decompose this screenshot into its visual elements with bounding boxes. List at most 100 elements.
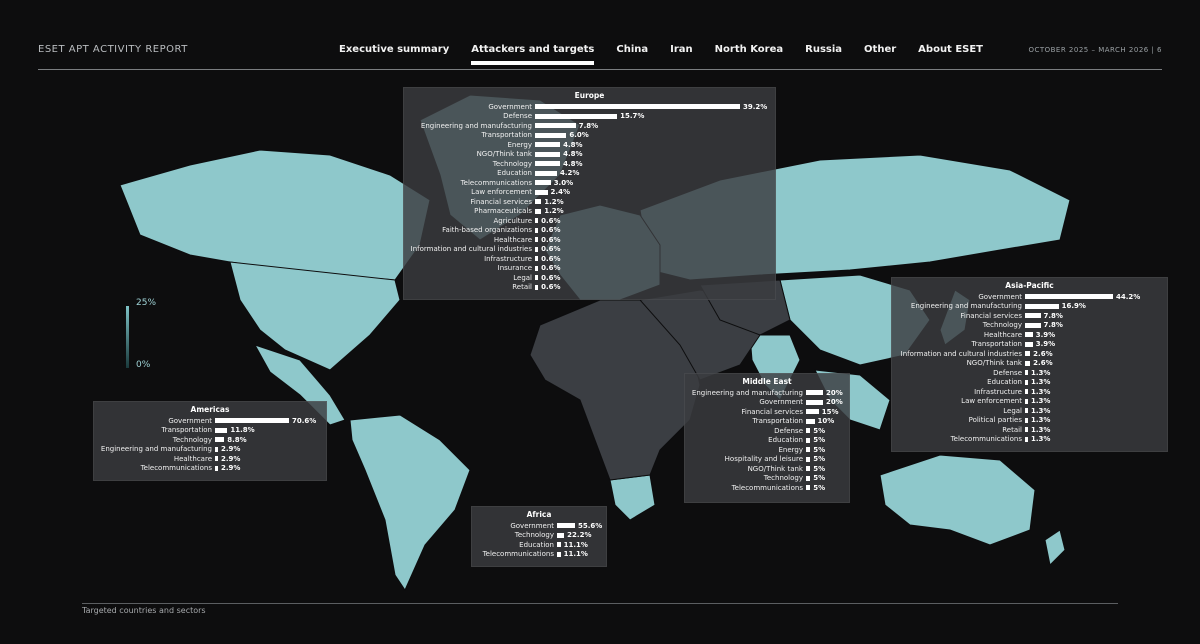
asia-pacific-row: Telecommunications 1.3%	[892, 435, 1167, 445]
asia-pacific-category-label: Transportation	[971, 340, 1022, 349]
asia-pacific-bar	[1025, 313, 1041, 319]
legend-min: 0%	[136, 360, 151, 370]
americas-category-label: Technology	[172, 435, 212, 444]
americas-category-label: Healthcare	[173, 454, 212, 463]
americas-row: Telecommunications 2.9%	[94, 464, 326, 474]
middle-east-category-label: Transportation	[752, 417, 803, 426]
europe-row: Faith-based organizations 0.6%	[404, 226, 775, 236]
middle-east-value-label: 5%	[813, 436, 826, 445]
europe-category-label: Government	[488, 102, 532, 111]
europe-value-label: 4.2%	[559, 169, 580, 178]
americas-bar	[215, 427, 228, 433]
top-nav: Executive summary Attackers and targets …	[339, 44, 1005, 65]
map-south-america	[349, 414, 471, 592]
europe-category-label: Faith-based organizations	[442, 226, 532, 235]
middle-east-category-label: Hospitality and leisure	[724, 455, 803, 464]
europe-row: Pharmaceuticals 1.2%	[404, 207, 775, 217]
europe-bar	[535, 132, 567, 138]
middle-east-row: Defense 5%	[685, 426, 849, 436]
nav-russia[interactable]: Russia	[805, 44, 842, 65]
europe-value-label: 4.8%	[563, 150, 583, 159]
asia-pacific-value-label: 2.6%	[1033, 349, 1053, 358]
nav-attackers-and-targets[interactable]: Attackers and targets	[471, 44, 595, 65]
europe-category-label: Telecommunications	[460, 178, 532, 187]
asia-pacific-row: Defense 1.3%	[892, 368, 1167, 378]
middle-east-bar	[806, 409, 819, 415]
asia-pacific-category-label: Engineering and manufacturing	[910, 302, 1022, 311]
asia-pacific-category-label: NGO/Think tank	[966, 359, 1022, 368]
middle-east-category-label: Engineering and manufacturing	[691, 388, 803, 397]
europe-category-label: Infrastructure	[484, 254, 532, 263]
americas-value-label: 11.8%	[230, 426, 255, 435]
asia-pacific-category-label: Government	[978, 292, 1022, 301]
europe-bar	[535, 151, 561, 157]
asia-pacific-category-label: Defense	[993, 368, 1022, 377]
europe-bar	[535, 113, 618, 119]
nav-iran[interactable]: Iran	[670, 44, 693, 65]
middle-east-category-label: NGO/Think tank	[747, 464, 803, 473]
europe-bar	[535, 189, 548, 195]
europe-category-label: Information and cultural industries	[410, 245, 532, 254]
middle-east-value-label: 10%	[817, 417, 835, 426]
middle-east-bar	[806, 390, 823, 396]
header-divider	[38, 69, 1162, 70]
middle-east-row: Transportation 10%	[685, 417, 849, 427]
europe-category-label: Engineering and manufacturing	[420, 121, 532, 130]
middle-east-row: Telecommunications 5%	[685, 483, 849, 493]
europe-value-label: 4.8%	[563, 140, 583, 149]
nav-north-korea[interactable]: North Korea	[715, 44, 783, 65]
europe-row: Legal 0.6%	[404, 273, 775, 283]
nav-china[interactable]: China	[616, 44, 648, 65]
europe-category-label: Healthcare	[493, 235, 532, 244]
asia-pacific-category-label: Healthcare	[983, 330, 1022, 339]
europe-title: Europe	[574, 91, 605, 100]
europe-row: Financial services 1.2%	[404, 197, 775, 207]
asia-pacific-category-label: Law enforcement	[961, 397, 1022, 406]
middle-east-title: Middle East	[742, 377, 792, 386]
middle-east-value-label: 20%	[826, 388, 843, 397]
asia-pacific-value-label: 1.3%	[1031, 387, 1051, 396]
middle-east-value-label: 15%	[821, 407, 839, 416]
asia-pacific-value-label: 7.8%	[1043, 321, 1063, 330]
nav-about-eset[interactable]: About ESET	[918, 44, 983, 65]
europe-value-label: 0.6%	[541, 254, 561, 263]
middle-east-value-label: 5%	[813, 483, 826, 492]
asia-pacific-row: Financial services 7.8%	[892, 311, 1167, 321]
asia-pacific-value-label: 16.9%	[1061, 302, 1086, 311]
africa-value-label: 22.2%	[567, 531, 592, 540]
europe-row: NGO/Think tank 4.8%	[404, 150, 775, 160]
europe-value-label: 2.4%	[550, 188, 570, 197]
panel-asia-pacific: Asia-Pacific Government 44.2% Engineering a…	[891, 277, 1168, 452]
europe-category-label: Technology	[492, 159, 532, 168]
asia-pacific-value-label: 44.2%	[1116, 292, 1141, 301]
europe-bar	[535, 142, 561, 148]
middle-east-row: Financial services 15%	[685, 407, 849, 417]
asia-pacific-row: Government 44.2%	[892, 292, 1167, 302]
nav-other[interactable]: Other	[864, 44, 896, 65]
asia-pacific-value-label: 1.3%	[1031, 378, 1051, 387]
europe-row: Technology 4.8%	[404, 159, 775, 169]
europe-category-label: Insurance	[497, 264, 532, 273]
europe-bar	[535, 180, 551, 186]
footer-divider	[82, 603, 1118, 604]
europe-category-label: Education	[497, 169, 532, 178]
americas-value-label: 2.9%	[221, 464, 241, 473]
asia-pacific-row: Infrastructure 1.3%	[892, 387, 1167, 397]
asia-pacific-row: Political parties 1.3%	[892, 416, 1167, 426]
europe-value-label: 0.6%	[541, 264, 561, 273]
americas-category-label: Transportation	[161, 426, 212, 435]
middle-east-category-label: Technology	[763, 474, 803, 483]
asia-pacific-value-label: 3.9%	[1035, 330, 1056, 339]
asia-pacific-row: Technology 7.8%	[892, 321, 1167, 331]
europe-row: Engineering and manufacturing 7.8%	[404, 121, 775, 131]
asia-pacific-category-label: Information and cultural industries	[900, 349, 1022, 358]
legend-max: 25%	[136, 298, 157, 308]
map-australia	[879, 454, 1036, 546]
middle-east-value-label: 20%	[826, 398, 843, 407]
asia-pacific-row: Law enforcement 1.3%	[892, 397, 1167, 407]
nav-executive-summary[interactable]: Executive summary	[339, 44, 449, 65]
report-period: OCTOBER 2025 – MARCH 2026 | 6	[1028, 46, 1162, 54]
africa-value-label: 55.6%	[578, 521, 603, 530]
americas-bar	[215, 418, 289, 424]
asia-pacific-category-label: Telecommunications	[950, 435, 1022, 444]
